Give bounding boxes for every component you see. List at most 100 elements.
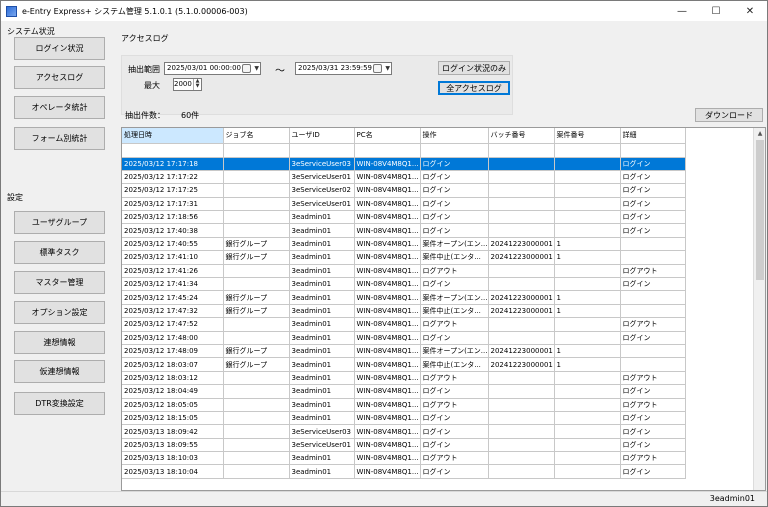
table-row[interactable]: 2025/03/13 18:09:55 3eServiceUser01 WIN-08… <box>122 438 686 453</box>
column-header[interactable]: 詳細 <box>620 128 686 144</box>
table-cell: ログイン <box>620 170 686 185</box>
table-filter-row[interactable] <box>122 143 686 158</box>
table-cell: ログイン <box>420 331 489 345</box>
table-cell: 2025/03/12 17:47:32 <box>122 304 224 319</box>
table-row[interactable]: 2025/03/12 17:47:32 銀行グループ 3eadmin01 WIN-08… <box>122 304 686 319</box>
column-header[interactable]: ユーザID <box>289 128 355 144</box>
table-cell: WIN-08V4M8Q1... <box>354 183 421 198</box>
login-status-only-button[interactable]: ログイン状況のみ <box>438 61 510 75</box>
filter-cell[interactable] <box>223 143 290 158</box>
table-cell: WIN-08V4M8Q1... <box>354 290 421 305</box>
column-header[interactable]: ジョブ名 <box>223 128 290 144</box>
table-cell <box>223 411 290 426</box>
table-row[interactable]: 2025/03/12 17:41:10 銀行グループ 3eadmin01 WIN-08… <box>122 250 686 265</box>
table-row[interactable]: 2025/03/12 17:48:00 3eadmin01 WIN-08V4M8Q1… <box>122 331 686 345</box>
master-management-button[interactable]: マスター管理 <box>14 271 105 294</box>
table-cell: 20241223000001 <box>488 237 555 252</box>
filter-cell[interactable] <box>122 143 224 158</box>
scrollbar-thumb[interactable] <box>756 140 764 280</box>
column-header[interactable]: 処理日時 <box>122 128 224 144</box>
table-cell: WIN-08V4M8Q1... <box>354 371 421 386</box>
table-row[interactable]: 2025/03/12 18:15:05 3eadmin01 WIN-08V4M8Q1… <box>122 411 686 426</box>
table-cell: 案件中止(エンタ... <box>420 250 489 265</box>
table-row[interactable]: 2025/03/12 17:18:56 3eadmin01 WIN-08V4M8Q1… <box>122 210 686 225</box>
table-cell <box>554 438 621 453</box>
vertical-scrollbar[interactable]: ▲ <box>753 128 765 490</box>
close-button[interactable]: ✕ <box>733 1 767 21</box>
filter-cell[interactable] <box>488 143 555 158</box>
filter-cell[interactable] <box>620 143 686 158</box>
login-status-button[interactable]: ログイン状況 <box>14 37 105 60</box>
table-cell: ログイン <box>620 438 686 453</box>
dtr-conversion-button[interactable]: DTR変換設定 <box>14 392 105 415</box>
table-row[interactable]: 2025/03/13 18:09:42 3eServiceUser03 WIN-08… <box>122 424 686 439</box>
all-access-log-button[interactable]: 全アクセスログ <box>438 81 510 95</box>
table-cell: WIN-08V4M8Q1... <box>354 438 421 453</box>
table-row[interactable]: 2025/03/12 17:40:55 銀行グループ 3eadmin01 WIN-08… <box>122 237 686 252</box>
table-cell: 3eServiceUser01 <box>289 438 355 453</box>
table-row[interactable]: 2025/03/12 17:17:18 3eServiceUser03 WIN-08… <box>122 157 686 171</box>
calendar-icon <box>242 64 251 73</box>
table-cell: ログイン <box>620 331 686 345</box>
column-header[interactable]: PC名 <box>354 128 421 144</box>
table-row[interactable]: 2025/03/13 18:10:04 3eadmin01 WIN-08V4M8Q1… <box>122 464 686 479</box>
table-row[interactable]: 2025/03/12 17:17:25 3eServiceUser02 WIN-08… <box>122 183 686 198</box>
table-cell <box>488 384 555 399</box>
table-row[interactable]: 2025/03/12 17:47:52 3eadmin01 WIN-08V4M8Q1… <box>122 317 686 332</box>
from-datetime-picker[interactable]: 2025/03/01 00:00:00 ▼ <box>164 62 261 75</box>
table-row[interactable]: 2025/03/12 17:17:22 3eServiceUser01 WIN-08… <box>122 170 686 185</box>
to-datetime-picker[interactable]: 2025/03/31 23:59:59 ▼ <box>295 62 392 75</box>
table-row[interactable]: 2025/03/12 17:17:31 3eServiceUser01 WIN-08… <box>122 197 686 212</box>
access-log-button[interactable]: アクセスログ <box>14 66 105 89</box>
table-row[interactable]: 2025/03/13 18:10:03 3eadmin01 WIN-08V4M8Q1… <box>122 451 686 466</box>
form-stats-button[interactable]: フォーム別統計 <box>14 127 105 150</box>
standard-task-button[interactable]: 標準タスク <box>14 241 105 264</box>
table-row[interactable]: 2025/03/12 18:03:07 銀行グループ 3eadmin01 WIN-08… <box>122 357 686 372</box>
scroll-up-icon[interactable]: ▲ <box>754 128 765 140</box>
user-group-button[interactable]: ユーザグループ <box>14 211 105 234</box>
filter-cell[interactable] <box>289 143 355 158</box>
table-cell: 2025/03/12 18:15:05 <box>122 411 224 426</box>
table-row[interactable]: 2025/03/12 18:05:05 3eadmin01 WIN-08V4M8Q1… <box>122 398 686 412</box>
association-info-button[interactable]: 連想情報 <box>14 331 105 354</box>
access-log-table[interactable]: 処理日時 ジョブ名 ユーザID PC名 操作 バッチ番号 案件番号 詳細 2025/03/12… <box>121 127 766 491</box>
minimize-button[interactable]: — <box>665 1 699 21</box>
column-header[interactable]: 操作 <box>420 128 489 144</box>
table-cell: ログアウト <box>620 451 686 466</box>
table-row[interactable]: 2025/03/12 18:03:12 3eadmin01 WIN-08V4M8Q1… <box>122 371 686 386</box>
table-cell: 20241223000001 <box>488 304 555 319</box>
table-cell <box>223 223 290 238</box>
maximize-button[interactable]: ☐ <box>699 1 733 21</box>
table-cell: ログアウト <box>620 317 686 332</box>
table-cell: 3eadmin01 <box>289 290 355 305</box>
table-cell: ログイン <box>420 157 489 171</box>
calendar-icon <box>373 64 382 73</box>
temp-association-info-button[interactable]: 仮連想情報 <box>14 360 105 383</box>
table-cell: WIN-08V4M8Q1... <box>354 398 421 412</box>
option-settings-button[interactable]: オプション設定 <box>14 301 105 324</box>
table-cell <box>620 290 686 305</box>
table-cell: WIN-08V4M8Q1... <box>354 304 421 319</box>
table-cell: ログイン <box>420 464 489 479</box>
status-bar: 3eadmin01 <box>1 491 767 506</box>
filter-cell[interactable] <box>354 143 421 158</box>
table-cell: 案件オープン(エン... <box>420 237 489 252</box>
operator-stats-button[interactable]: オペレータ統計 <box>14 96 105 119</box>
stepper-arrows-icon[interactable]: ▲ ▼ <box>193 79 201 90</box>
max-count-stepper[interactable]: 2000 ▲ ▼ <box>173 78 202 91</box>
filter-cell[interactable] <box>420 143 489 158</box>
download-button[interactable]: ダウンロード <box>695 108 763 122</box>
table-cell <box>554 277 621 292</box>
table-row[interactable]: 2025/03/12 17:48:09 銀行グループ 3eadmin01 WIN-08… <box>122 344 686 359</box>
table-row[interactable]: 2025/03/12 18:04:49 3eadmin01 WIN-08V4M8Q1… <box>122 384 686 399</box>
filter-cell[interactable] <box>554 143 621 158</box>
table-row[interactable]: 2025/03/12 17:41:26 3eadmin01 WIN-08V4M8Q1… <box>122 264 686 279</box>
table-cell: WIN-08V4M8Q1... <box>354 237 421 252</box>
table-row[interactable]: 2025/03/12 17:41:34 3eadmin01 WIN-08V4M8Q1… <box>122 277 686 292</box>
column-header[interactable]: 案件番号 <box>554 128 621 144</box>
table-cell: 2025/03/12 17:18:56 <box>122 210 224 225</box>
table-cell: ログイン <box>620 157 686 171</box>
table-row[interactable]: 2025/03/12 17:40:38 3eadmin01 WIN-08V4M8Q1… <box>122 223 686 238</box>
column-header[interactable]: バッチ番号 <box>488 128 555 144</box>
table-row[interactable]: 2025/03/12 17:45:24 銀行グループ 3eadmin01 WIN-08… <box>122 290 686 305</box>
